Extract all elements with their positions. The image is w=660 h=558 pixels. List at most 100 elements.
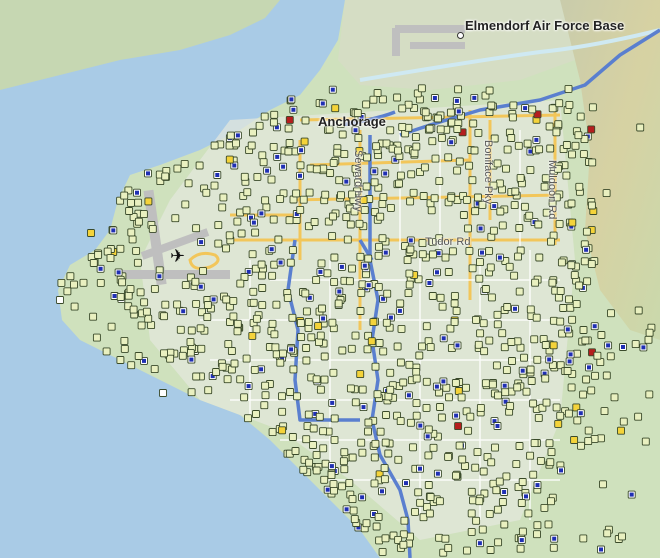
listing-marker[interactable] <box>127 228 136 237</box>
listing-marker[interactable] <box>240 273 249 281</box>
map-view[interactable]: Elmendorf Air Force Base Anchorage Bonif… <box>0 0 660 558</box>
listing-marker[interactable] <box>120 344 129 353</box>
listing-marker[interactable] <box>421 108 430 117</box>
listing-marker[interactable] <box>351 398 360 407</box>
listing-marker[interactable] <box>399 378 408 387</box>
listing-marker[interactable] <box>315 338 323 347</box>
listing-marker[interactable] <box>144 197 153 206</box>
listing-marker[interactable] <box>410 149 419 158</box>
listing-marker[interactable] <box>342 213 351 222</box>
listing-marker[interactable] <box>575 281 584 290</box>
listing-marker[interactable] <box>223 375 232 384</box>
listing-marker[interactable] <box>222 295 231 304</box>
listing-marker[interactable] <box>251 228 260 237</box>
listing-marker[interactable] <box>202 188 211 197</box>
listing-marker[interactable] <box>302 435 311 444</box>
listing-marker[interactable] <box>515 287 524 296</box>
listing-marker[interactable] <box>276 358 285 367</box>
listing-marker[interactable] <box>461 462 469 470</box>
listing-marker[interactable] <box>528 105 537 114</box>
listing-marker[interactable] <box>556 411 565 420</box>
listing-marker[interactable] <box>328 318 337 327</box>
listing-marker[interactable] <box>320 352 329 361</box>
listing-marker[interactable] <box>464 224 472 233</box>
listing-marker[interactable] <box>247 141 256 150</box>
listing-marker[interactable] <box>418 250 427 259</box>
listing-marker[interactable] <box>446 108 455 117</box>
listing-marker[interactable] <box>399 540 408 549</box>
listing-marker[interactable] <box>203 313 212 322</box>
listing-marker[interactable] <box>340 448 349 457</box>
listing-marker[interactable] <box>374 512 383 521</box>
listing-marker[interactable] <box>358 448 367 457</box>
listing-marker[interactable] <box>511 187 520 196</box>
listing-marker[interactable] <box>192 224 201 233</box>
listing-marker[interactable] <box>481 285 490 293</box>
listing-marker[interactable] <box>236 279 245 288</box>
listing-marker[interactable] <box>285 115 294 124</box>
listing-marker[interactable] <box>475 274 484 283</box>
listing-marker[interactable] <box>394 146 402 155</box>
listing-marker[interactable] <box>94 250 103 259</box>
listing-marker[interactable] <box>529 399 538 408</box>
listing-marker[interactable] <box>369 95 378 104</box>
listing-marker[interactable] <box>286 258 295 267</box>
listing-marker[interactable] <box>533 530 541 539</box>
listing-marker[interactable] <box>498 221 507 230</box>
listing-marker[interactable] <box>572 300 581 309</box>
listing-marker[interactable] <box>417 84 426 93</box>
listing-marker[interactable] <box>485 86 494 95</box>
listing-marker[interactable] <box>267 175 276 184</box>
listing-marker[interactable] <box>362 100 371 109</box>
listing-marker[interactable] <box>530 335 539 344</box>
listing-marker[interactable] <box>210 141 219 150</box>
listing-marker[interactable] <box>358 385 367 394</box>
listing-marker[interactable] <box>106 254 115 263</box>
listing-marker[interactable] <box>474 340 483 349</box>
listing-marker[interactable] <box>375 242 383 251</box>
listing-marker[interactable] <box>431 154 440 163</box>
listing-marker[interactable] <box>441 534 450 543</box>
listing-marker[interactable] <box>526 166 535 175</box>
listing-marker[interactable] <box>554 293 563 302</box>
listing-marker[interactable] <box>607 309 615 318</box>
listing-marker[interactable] <box>382 411 390 419</box>
listing-marker[interactable] <box>420 163 429 172</box>
listing-marker[interactable] <box>540 503 549 512</box>
listing-marker[interactable] <box>474 128 483 137</box>
listing-marker[interactable] <box>367 337 376 346</box>
listing-marker[interactable] <box>186 338 195 347</box>
listing-marker[interactable] <box>293 392 301 401</box>
listing-marker[interactable] <box>564 409 573 418</box>
listing-marker[interactable] <box>319 444 328 453</box>
listing-marker[interactable] <box>258 151 267 160</box>
listing-marker[interactable] <box>591 371 599 380</box>
listing-marker[interactable] <box>291 447 300 455</box>
listing-marker[interactable] <box>587 125 596 134</box>
listing-marker[interactable] <box>547 497 555 506</box>
listing-marker[interactable] <box>330 278 339 287</box>
listing-marker[interactable] <box>454 85 463 94</box>
listing-marker[interactable] <box>530 439 539 448</box>
listing-marker[interactable] <box>249 128 257 137</box>
listing-marker[interactable] <box>299 195 308 204</box>
listing-marker[interactable] <box>529 470 538 479</box>
listing-marker[interactable] <box>139 210 148 219</box>
listing-marker[interactable] <box>493 159 502 168</box>
listing-marker[interactable] <box>258 284 267 292</box>
listing-marker[interactable] <box>348 495 357 504</box>
listing-marker[interactable] <box>240 172 249 181</box>
listing-marker[interactable] <box>406 418 415 427</box>
listing-marker[interactable] <box>444 544 453 553</box>
listing-marker[interactable] <box>372 142 381 151</box>
listing-marker[interactable] <box>462 383 470 392</box>
listing-marker[interactable] <box>526 451 535 460</box>
listing-marker[interactable] <box>232 139 240 148</box>
listing-marker[interactable] <box>533 521 542 530</box>
listing-marker[interactable] <box>321 190 330 199</box>
listing-marker[interactable] <box>588 158 597 167</box>
listing-marker[interactable] <box>516 173 525 182</box>
listing-marker[interactable] <box>56 296 64 304</box>
listing-marker[interactable] <box>455 157 464 166</box>
listing-marker[interactable] <box>588 103 597 112</box>
